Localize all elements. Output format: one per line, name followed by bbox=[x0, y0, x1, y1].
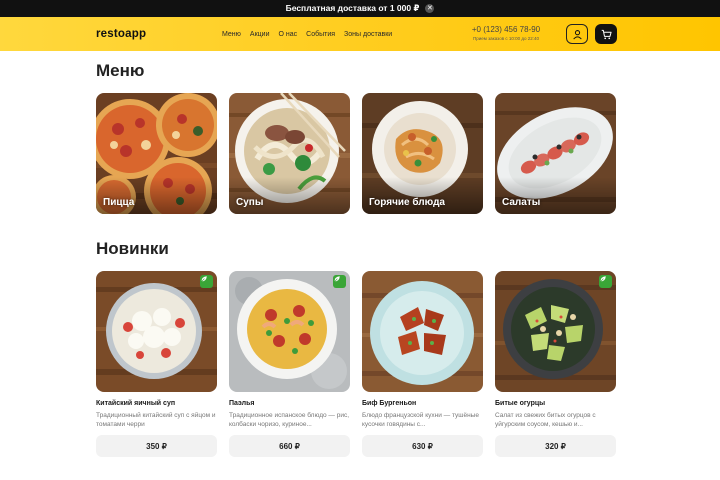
soup-image bbox=[229, 93, 350, 214]
new-items-title: Новинки bbox=[96, 239, 169, 258]
category-salads[interactable]: Салаты bbox=[495, 93, 616, 214]
working-hours: Прием заказов с 10:00 до 22:40 bbox=[473, 36, 539, 41]
category-label: Супы bbox=[236, 197, 264, 208]
hot-dish-image bbox=[362, 93, 483, 214]
cart-icon bbox=[601, 29, 612, 39]
product-description: Традиционное испанское блюдо — рис, колб… bbox=[229, 412, 350, 429]
product-name[interactable]: Паэлья bbox=[229, 400, 350, 407]
product-card[interactable]: Китайский яичный суп Традиционный китайс… bbox=[96, 271, 217, 457]
product-card[interactable]: Битые огурцы Салат из свежих битых огурц… bbox=[495, 271, 616, 457]
product-card[interactable]: Биф Бургеньон Блюдо французской кухни — … bbox=[362, 271, 483, 457]
nav-item-promotions[interactable]: Акции bbox=[250, 31, 270, 38]
category-label: Пицца bbox=[103, 197, 135, 208]
promo-text: Бесплатная доставка от 1 000 ₽ bbox=[285, 3, 420, 13]
product-description: Салат из свежих битых огурцов с уйгурски… bbox=[495, 412, 596, 429]
product-description: Традиционный китайский суп с яйцом и том… bbox=[96, 412, 216, 429]
leaf-icon bbox=[599, 276, 606, 283]
product-name[interactable]: Китайский яичный суп bbox=[96, 400, 217, 407]
promo-bar: Бесплатная доставка от 1 000 ₽ ✕ bbox=[0, 0, 720, 17]
product-image[interactable] bbox=[495, 271, 616, 392]
nav-item-menu[interactable]: Меню bbox=[222, 31, 241, 38]
beef-bourguignon-image bbox=[362, 271, 483, 392]
product-description: Блюдо французской кухни — тушёные кусочк… bbox=[362, 412, 479, 429]
paella-image bbox=[229, 271, 350, 392]
salad-image bbox=[495, 93, 616, 214]
main-nav: Меню Акции О нас События Зоны доставки bbox=[222, 31, 392, 38]
contact-block: +0 (123) 456 78-90 Прием заказов с 10:00… bbox=[466, 25, 546, 41]
cart-button[interactable] bbox=[595, 24, 617, 44]
close-icon[interactable]: ✕ bbox=[425, 4, 435, 13]
add-to-cart-button[interactable]: 350 ₽ bbox=[96, 435, 217, 457]
leaf-icon bbox=[200, 276, 207, 283]
pizza-image bbox=[96, 93, 217, 214]
logo[interactable]: restoapp bbox=[96, 28, 146, 40]
product-image[interactable] bbox=[362, 271, 483, 392]
product-image[interactable] bbox=[96, 271, 217, 392]
cucumber-salad-image bbox=[495, 271, 616, 392]
add-to-cart-button[interactable]: 660 ₽ bbox=[229, 435, 350, 457]
product-card[interactable]: Паэлья Традиционное испанское блюдо — ри… bbox=[229, 271, 350, 457]
category-hot-dishes[interactable]: Горячие блюда bbox=[362, 93, 483, 214]
product-name[interactable]: Битые огурцы bbox=[495, 400, 616, 407]
user-icon bbox=[572, 29, 582, 39]
nav-item-events[interactable]: События bbox=[306, 31, 335, 38]
phone-number[interactable]: +0 (123) 456 78-90 bbox=[466, 25, 546, 34]
menu-title: Меню bbox=[96, 61, 145, 80]
user-button[interactable] bbox=[566, 24, 588, 44]
header: restoapp Меню Акции О нас События Зоны д… bbox=[0, 17, 720, 51]
leaf-icon bbox=[333, 276, 340, 283]
vegetarian-badge bbox=[200, 275, 213, 288]
nav-item-delivery-zones[interactable]: Зоны доставки bbox=[344, 31, 392, 38]
egg-soup-image bbox=[96, 271, 217, 392]
product-name[interactable]: Биф Бургеньон bbox=[362, 400, 483, 407]
vegetarian-badge bbox=[599, 275, 612, 288]
add-to-cart-button[interactable]: 320 ₽ bbox=[495, 435, 616, 457]
nav-item-about[interactable]: О нас bbox=[278, 31, 297, 38]
product-image[interactable] bbox=[229, 271, 350, 392]
add-to-cart-button[interactable]: 630 ₽ bbox=[362, 435, 483, 457]
vegetarian-badge bbox=[333, 275, 346, 288]
category-soups[interactable]: Супы bbox=[229, 93, 350, 214]
category-pizza[interactable]: Пицца bbox=[96, 93, 217, 214]
category-label: Салаты bbox=[502, 197, 541, 208]
category-label: Горячие блюда bbox=[369, 197, 445, 208]
